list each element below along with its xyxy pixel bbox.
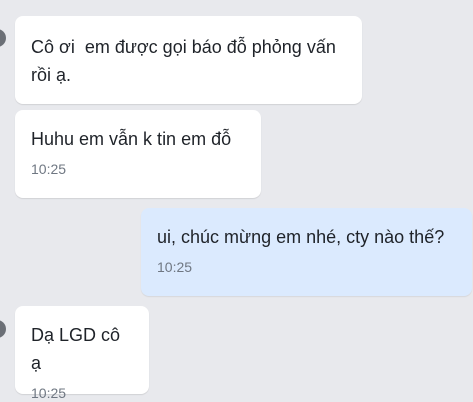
message-text: Dạ LGD cô ạ [31,325,126,373]
avatar[interactable] [0,29,6,47]
avatar[interactable] [0,320,6,338]
message-text: Huhu em vẫn k tin em đỗ [31,129,232,149]
message-text: ui, chúc mừng em nhé, cty nào thế? [157,227,445,247]
message-bubble-incoming[interactable]: Cô ơi em được gọi báo đỗ phỏng vấn rồi ạ… [15,16,362,104]
chat-window: { "chat": { "messages": [ {"sender": "ot… [0,0,473,401]
message-timestamp: 10:25 [157,259,193,275]
message-text: Cô ơi em được gọi báo đỗ phỏng vấn rồi ạ… [31,37,341,85]
message-timestamp: 10:25 [31,385,67,401]
message-bubble-outgoing[interactable]: ui, chúc mừng em nhé, cty nào thế? 10:25 [141,208,472,296]
message-bubble-incoming[interactable]: Dạ LGD cô ạ 10:25 [15,306,149,401]
message-bubble-incoming[interactable]: Huhu em vẫn k tin em đỗ 10:25 [15,110,261,198]
message-timestamp: 10:25 [31,161,67,177]
